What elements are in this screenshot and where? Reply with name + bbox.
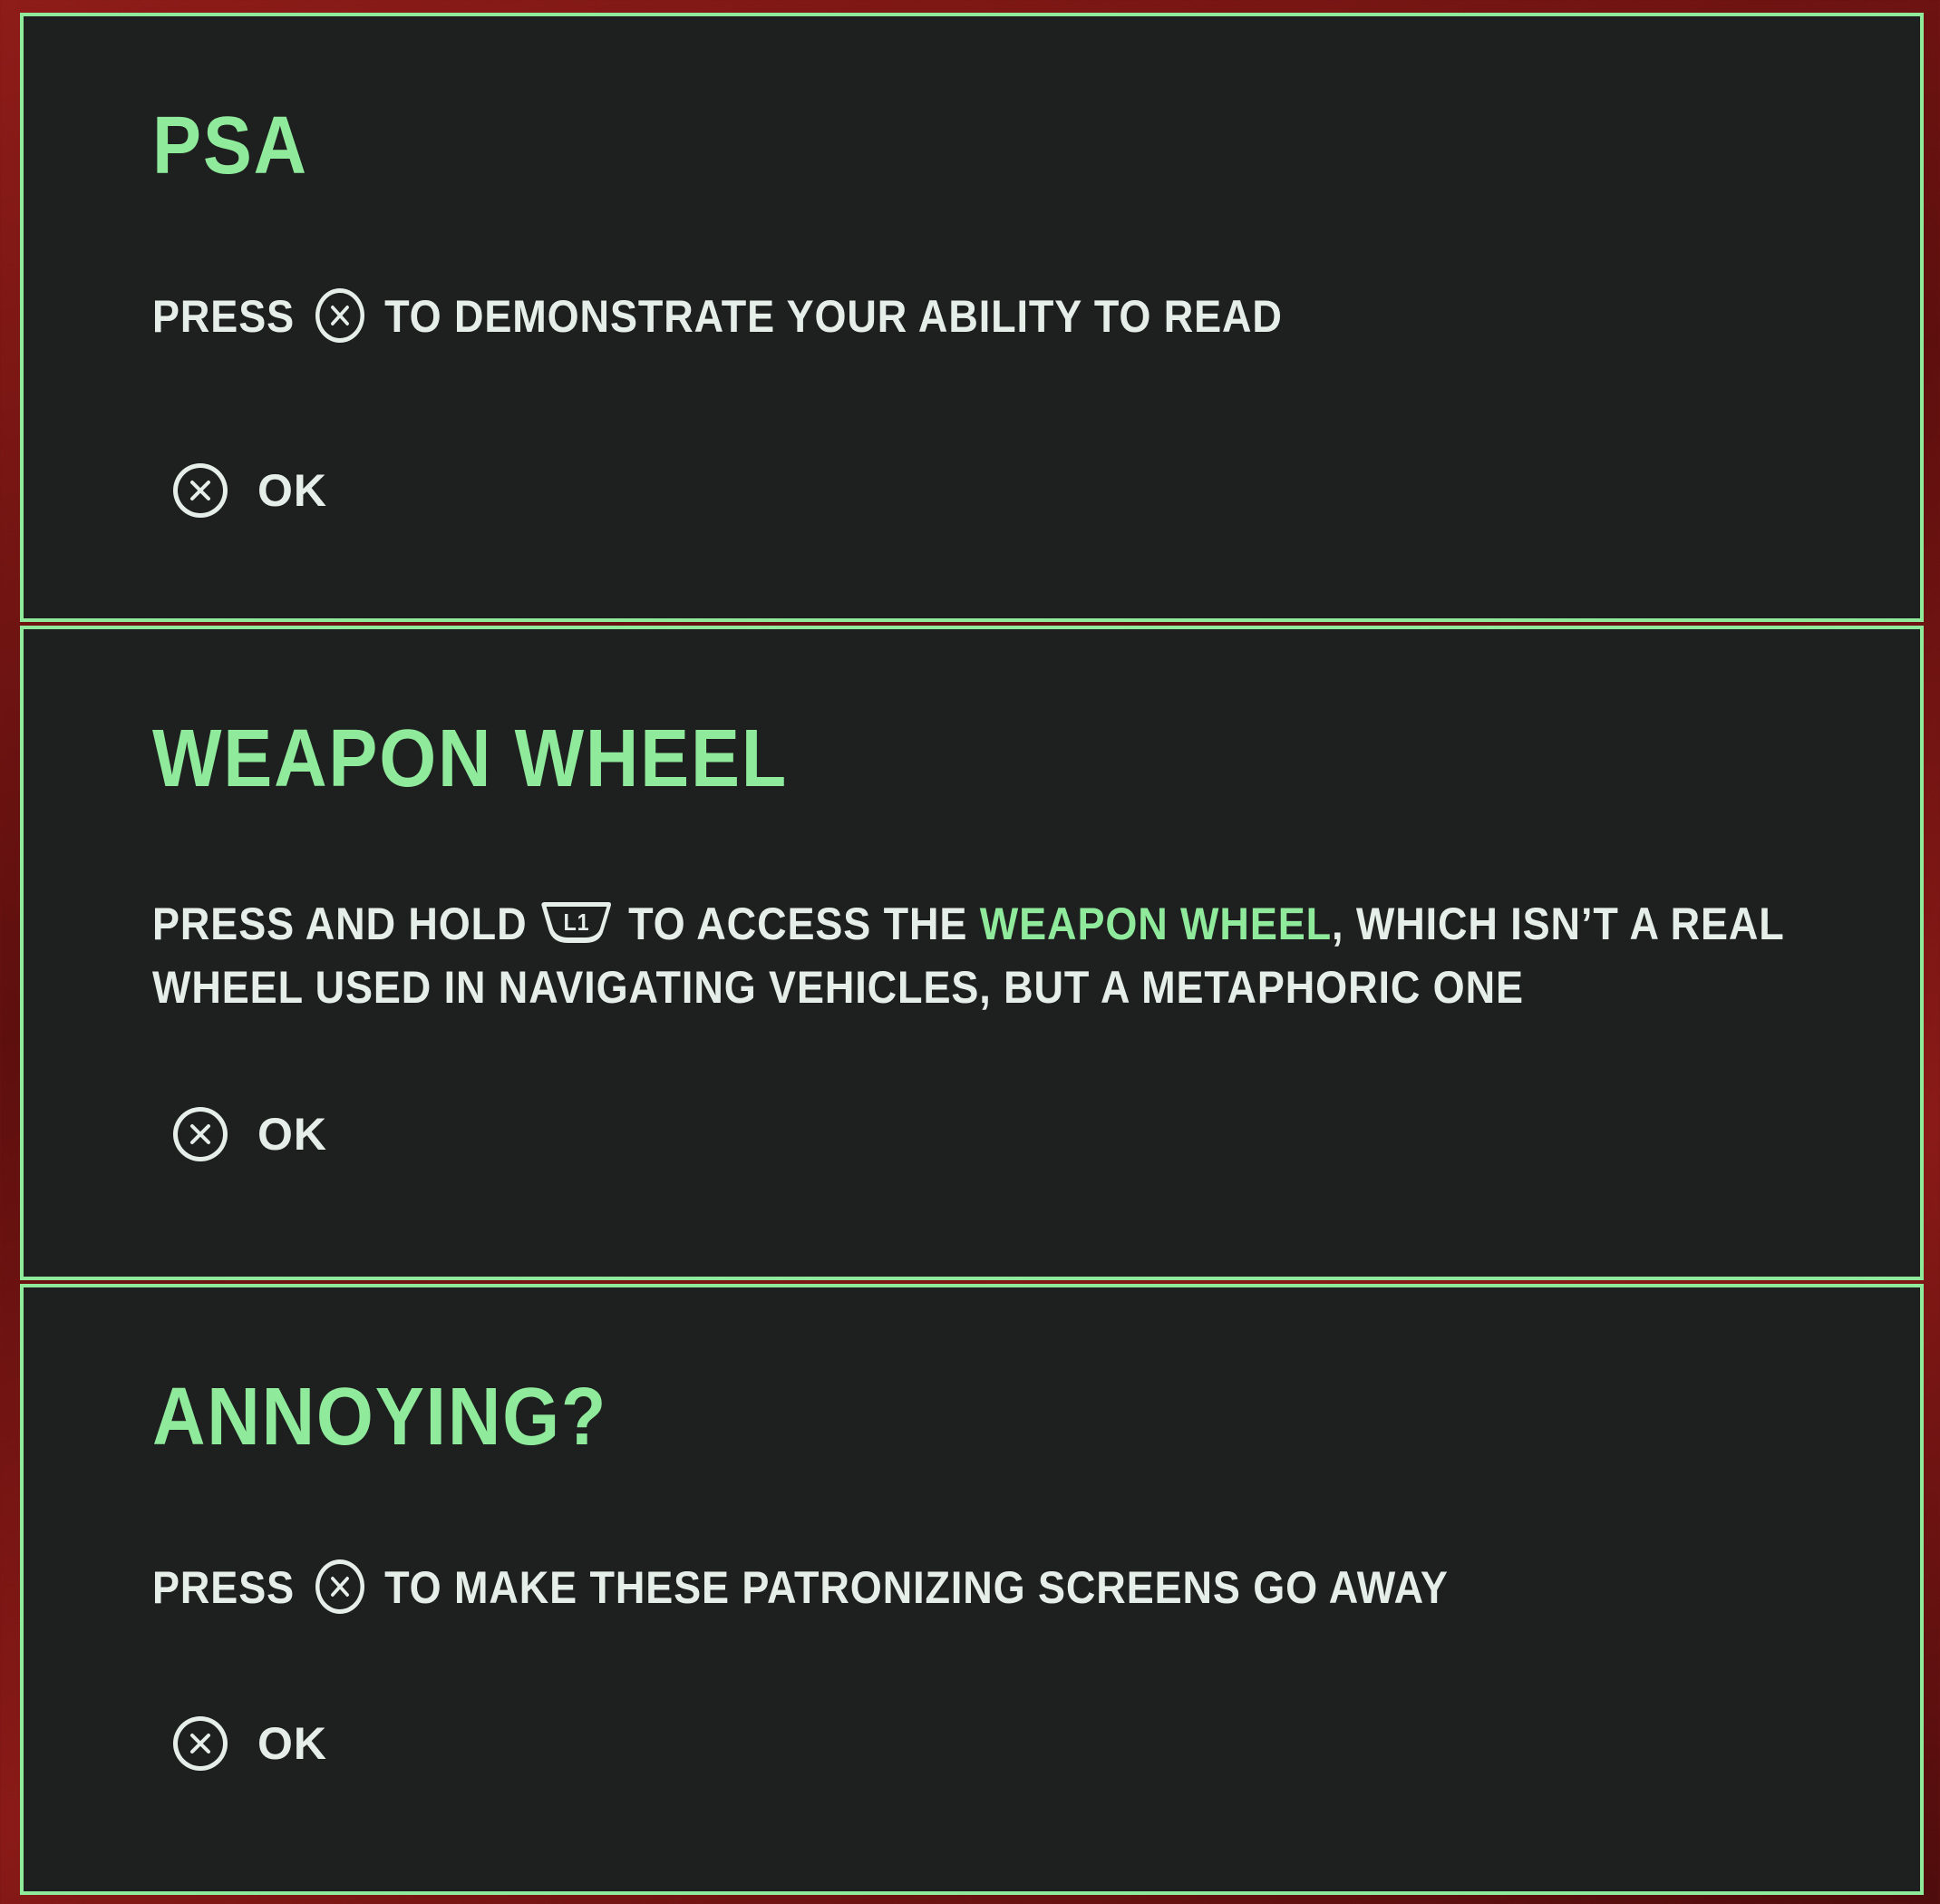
ok-button[interactable]: OK xyxy=(170,1714,327,1773)
message-text-end: TO MAKE THESE PATRONIZING SCREENS GO AWA… xyxy=(384,1562,1449,1613)
panel-message: PRESS TO DEMONSTRATE YOUR ABILITY TO READ xyxy=(152,285,1875,348)
l1-button-label: L1 xyxy=(564,910,590,936)
panel-title: ANNOYING? xyxy=(152,1372,608,1462)
psa-panel: PSA PRESS TO DEMONSTRATE YOUR ABILITY TO … xyxy=(20,13,1924,622)
panel-title: WEAPON WHEEL xyxy=(152,714,789,804)
cross-button-icon xyxy=(315,287,364,343)
message-text-start: PRESS xyxy=(152,1562,296,1613)
message-text-end: TO DEMONSTRATE YOUR ABILITY TO READ xyxy=(384,291,1283,342)
weapon-wheel-highlight: WEAPON WHEEL xyxy=(979,899,1333,949)
message-text-start: PRESS AND HOLD xyxy=(152,899,528,949)
annoying-panel: ANNOYING? PRESS TO MAKE THESE PATRONIZING… xyxy=(20,1284,1924,1895)
ok-label: OK xyxy=(257,1718,327,1769)
l1-button-icon: L1 xyxy=(541,901,612,943)
cross-button-icon xyxy=(173,1107,228,1161)
cross-button-icon xyxy=(173,463,228,518)
panel-message: PRESS AND HOLD L1 TO ACCESS THE WEAPON WHE… xyxy=(152,892,1875,1019)
ok-button[interactable]: OK xyxy=(170,461,327,520)
panel-message: PRESS TO MAKE THESE PATRONIZING SCREENS G… xyxy=(152,1556,1875,1619)
ok-button[interactable]: OK xyxy=(170,1104,327,1164)
message-text-start: PRESS xyxy=(152,291,296,342)
weapon-wheel-panel: WEAPON WHEEL PRESS AND HOLD L1 TO ACCESS T… xyxy=(20,626,1924,1280)
message-text-mid: TO ACCESS THE xyxy=(628,899,968,949)
panel-title: PSA xyxy=(152,101,308,191)
cross-button-icon xyxy=(315,1559,364,1614)
ok-label: OK xyxy=(257,465,327,516)
cross-button-icon xyxy=(173,1716,228,1771)
ok-label: OK xyxy=(257,1109,327,1160)
